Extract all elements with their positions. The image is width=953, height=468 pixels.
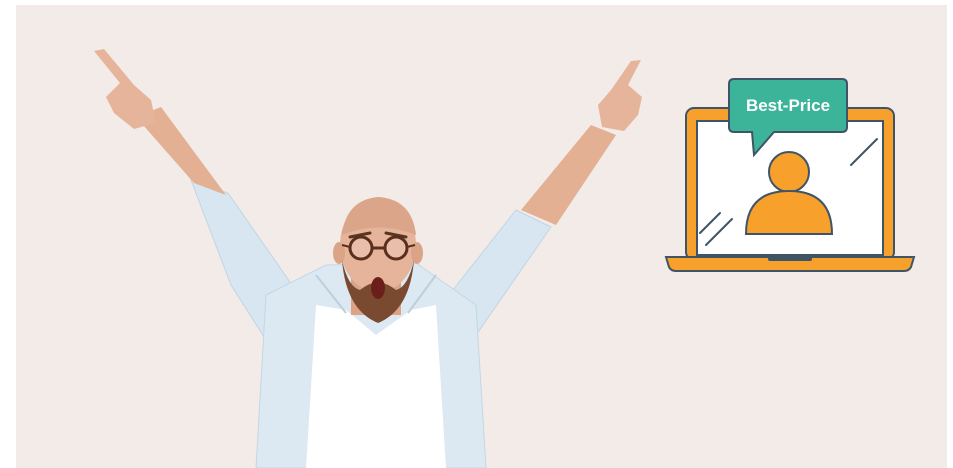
- right-forearm: [521, 125, 616, 225]
- hero-canvas: Best-Price: [16, 5, 947, 468]
- excited-man-photo: [94, 49, 642, 468]
- laptop-illustration: Best-Price: [664, 78, 916, 272]
- best-price-label: Best-Price: [746, 96, 830, 115]
- left-hand: [94, 49, 156, 129]
- open-mouth: [371, 277, 385, 299]
- right-hand: [598, 60, 642, 131]
- hero-scene: Best-Price: [94, 49, 916, 468]
- laptop-notch: [768, 257, 812, 261]
